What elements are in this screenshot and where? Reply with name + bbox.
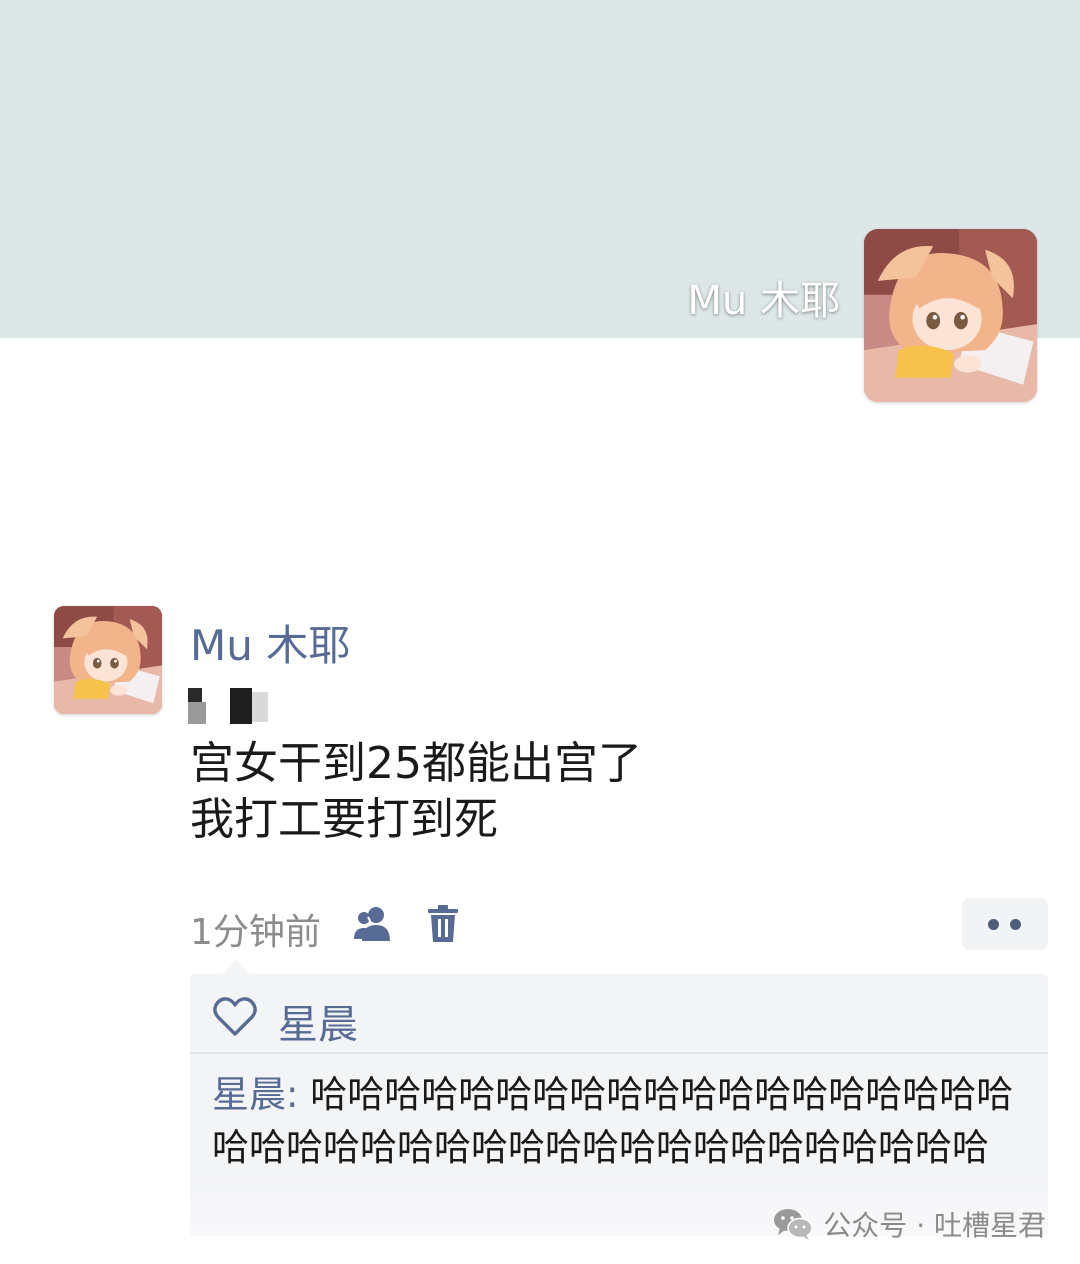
post-author-name[interactable]: Mu 木耶 (190, 612, 350, 673)
cover-user-name[interactable]: Mu 木耶 (687, 268, 840, 326)
heart-icon (212, 996, 258, 1038)
divider (190, 1052, 1048, 1054)
comment-separator: : (286, 1073, 311, 1116)
more-button[interactable] (962, 898, 1048, 950)
moments-page: Mu 木耶 Mu 木耶 宫女干到25都能出宫了 我打工要打到死 1分钟前 星晨 … (0, 0, 1080, 1264)
post-text-line: 我打工要打到死 (190, 794, 498, 845)
wechat-icon (773, 1207, 814, 1241)
friends-icon[interactable] (352, 905, 394, 943)
post-author-avatar[interactable] (54, 606, 162, 714)
more-icon-dot (1010, 919, 1021, 930)
more-icon (988, 919, 999, 930)
anime-girl-avatar-image (864, 229, 1037, 402)
post-text-line: 宫女干到25都能出宫了 (190, 738, 642, 789)
anime-girl-avatar-image (54, 606, 162, 714)
cover-avatar[interactable] (864, 229, 1037, 402)
like-user-name[interactable]: 星晨 (278, 992, 358, 1050)
comment-author[interactable]: 星晨 (212, 1073, 286, 1116)
redacted-content (188, 686, 278, 726)
comment-text: 哈哈哈哈哈哈哈哈哈哈哈哈哈哈哈哈哈哈哈哈哈哈哈哈哈哈哈哈哈哈哈哈哈哈哈哈哈哈哈哈 (212, 1073, 1014, 1169)
trash-icon[interactable] (426, 904, 460, 944)
comment-item[interactable]: 星晨: 哈哈哈哈哈哈哈哈哈哈哈哈哈哈哈哈哈哈哈哈哈哈哈哈哈哈哈哈哈哈哈哈哈哈哈哈… (212, 1068, 1032, 1174)
post-timestamp: 1分钟前 (190, 912, 321, 953)
watermark-text: 公众号 · 吐槽星君 (823, 1209, 1046, 1242)
watermark: 公众号 · 吐槽星君 (773, 1204, 1046, 1244)
post-text: 宫女干到25都能出宫了 我打工要打到死 (190, 736, 642, 848)
